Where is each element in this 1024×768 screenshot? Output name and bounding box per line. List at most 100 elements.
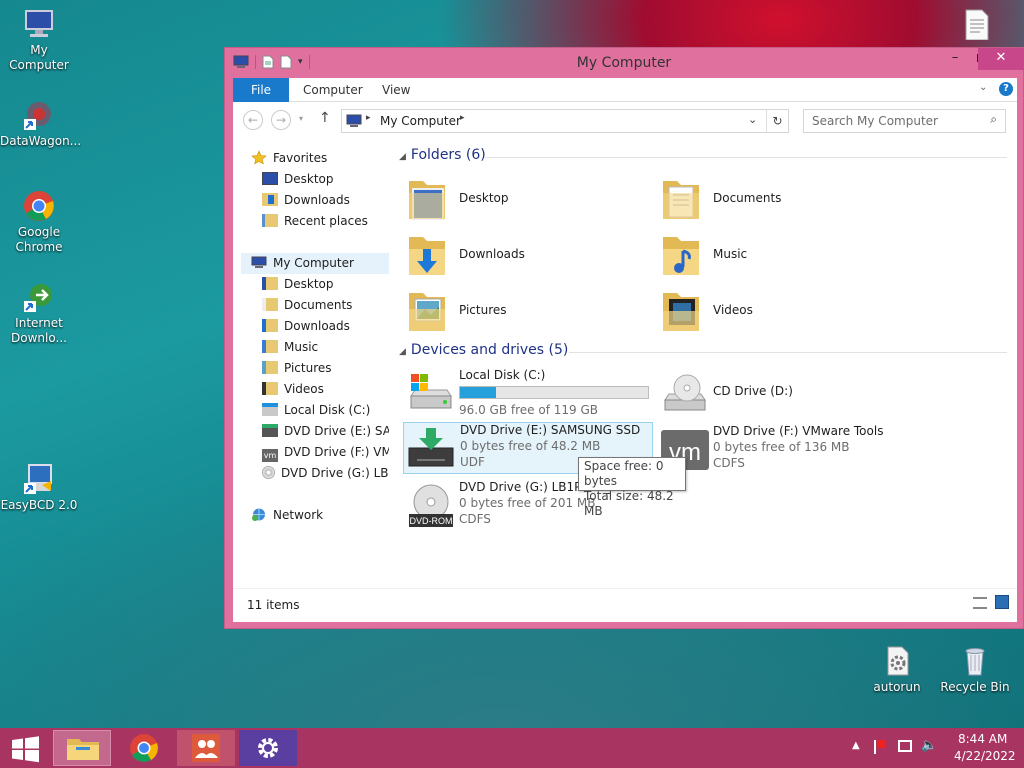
my-computer-desktop-icon[interactable]: My Computer [0, 8, 78, 73]
details-view-button[interactable] [973, 597, 987, 609]
clock-date[interactable]: 4/22/2022 [954, 749, 1016, 763]
close-button[interactable]: ✕ [978, 48, 1024, 70]
nav-my-computer[interactable]: My Computer [241, 253, 389, 274]
breadcrumb-chevron-icon[interactable]: ▸ [460, 113, 465, 123]
drive-free-space: 0 bytes free of 201 MB [459, 496, 596, 510]
taskbar-chrome[interactable] [115, 730, 173, 766]
drive-f[interactable]: vm DVD Drive (F:) VMware Tools 0 bytes f… [661, 424, 961, 476]
nav-network[interactable]: Network [251, 505, 323, 526]
svg-text:DVD-ROM: DVD-ROM [410, 516, 453, 526]
taskbar-file-explorer[interactable] [53, 730, 111, 766]
drive-d[interactable]: CD Drive (D:) [661, 368, 961, 420]
nav-pc-downloads[interactable]: Downloads [262, 316, 350, 337]
datawagon-desktop-icon[interactable]: DataWagon... [0, 99, 81, 149]
nav-pc-documents[interactable]: Documents [262, 295, 352, 316]
collapse-chevron-icon[interactable]: ◢ [399, 152, 406, 162]
nav-label: Recent places [284, 214, 368, 228]
nav-label: Local Disk (C:) [284, 403, 371, 417]
drive-filesystem: UDF [460, 455, 485, 469]
nav-favorites[interactable]: Favorites [251, 148, 327, 169]
forward-button[interactable]: → [271, 110, 291, 130]
nav-label: Network [273, 508, 324, 522]
up-button[interactable]: ↑ [319, 110, 331, 126]
nav-fav-recent-places[interactable]: Recent places [262, 211, 368, 232]
nav-fav-downloads[interactable]: Downloads [262, 190, 350, 211]
videos-folder-icon [262, 382, 278, 395]
show-hidden-icons-button[interactable]: ▲ [852, 740, 860, 751]
drive-c[interactable]: Local Disk (C:) 96.0 GB free of 119 GB [407, 368, 657, 420]
idm-desktop-icon[interactable]: Internet Downlo... [0, 281, 78, 346]
taskbar-people-app[interactable] [177, 730, 235, 766]
nav-label: Favorites [273, 151, 328, 165]
expand-ribbon-icon[interactable]: ⌄ [979, 82, 987, 93]
local-disk-icon [262, 403, 278, 416]
chrome-icon [130, 734, 158, 762]
help-icon[interactable]: ? [999, 82, 1013, 96]
refresh-button[interactable]: ↻ [766, 110, 788, 132]
taskbar-settings-app[interactable] [239, 730, 297, 766]
recent-locations-icon[interactable]: ▾ [299, 114, 303, 123]
desktop-folder-icon [409, 181, 445, 220]
nav-pc-pictures[interactable]: Pictures [262, 358, 332, 379]
people-icon [192, 734, 220, 762]
easybcd-desktop-icon[interactable]: EasyBCD 2.0 [0, 463, 78, 513]
drive-filesystem: CDFS [713, 456, 745, 470]
recent-places-icon [262, 214, 278, 227]
nav-fav-desktop[interactable]: Desktop [262, 169, 334, 190]
drives-group-header[interactable]: ◢ Devices and drives (5) [399, 342, 1007, 362]
nav-pc-videos[interactable]: Videos [262, 379, 324, 400]
collapse-chevron-icon[interactable]: ◢ [399, 347, 406, 357]
nav-label: Downloads [284, 193, 350, 207]
clock-time[interactable]: 8:44 AM [958, 732, 1007, 746]
action-center-icon[interactable] [874, 740, 888, 754]
address-box[interactable]: ▸ My Computer ▸ ⌄ ↻ [341, 109, 789, 133]
nav-pc-dvd-e[interactable]: DVD Drive (E:) SAMSUNG SSD [262, 421, 389, 442]
nav-label: DVD Drive (E:) SAMSUNG SSD [284, 424, 389, 438]
dvd-drive-download-icon [408, 428, 454, 467]
navigation-pane: Favorites Desktop Downloads Recent place… [233, 138, 389, 588]
nav-label: DVD Drive (F:) VMware Tools [284, 445, 389, 459]
nav-pc-desktop[interactable]: Desktop [262, 274, 334, 295]
network-tray-icon[interactable] [898, 740, 912, 752]
breadcrumb-chevron-icon[interactable]: ▸ [366, 113, 371, 123]
drive-title: CD Drive (D:) [713, 384, 793, 398]
large-icons-view-button[interactable] [995, 595, 1009, 609]
music-folder-icon [663, 237, 699, 275]
volume-muted-icon[interactable]: 🔈 [921, 738, 937, 753]
minimize-button[interactable]: – [942, 48, 968, 70]
nav-label: DVD Drive (G:) LB1PFRE_EN [281, 466, 389, 480]
autorun-desktop-icon[interactable]: autorun [858, 645, 936, 695]
tab-view[interactable]: View [382, 78, 410, 102]
chrome-desktop-icon[interactable]: Google Chrome [0, 190, 78, 255]
start-button[interactable] [0, 728, 50, 768]
window-title: My Computer [576, 55, 672, 71]
computer-icon [251, 255, 267, 268]
explorer-window[interactable]: ▾ My Computer – ✕ File Computer View ⌄ ?… [224, 47, 1024, 629]
recycle-bin-desktop-icon[interactable]: Recycle Bin [936, 645, 1014, 695]
computer-icon [346, 114, 362, 127]
nav-label: My Computer [273, 256, 354, 270]
desktop-icon-label: autorun [873, 680, 921, 694]
nav-label: Downloads [284, 319, 350, 333]
search-icon[interactable]: ⌕ [990, 112, 997, 127]
title-bar[interactable]: ▾ My Computer – ✕ [225, 48, 1024, 78]
nav-pc-dvd-f[interactable]: vm DVD Drive (F:) VMware Tools [262, 442, 389, 463]
nav-pc-local-disk[interactable]: Local Disk (C:) [262, 400, 370, 421]
tab-file[interactable]: File [233, 78, 289, 102]
dvd-disc-icon [262, 466, 275, 479]
windows-logo-icon [12, 736, 39, 763]
downloads-folder-icon [409, 237, 445, 275]
drive-title: DVD Drive (F:) VMware Tools [713, 424, 884, 438]
breadcrumb-my-computer[interactable]: My Computer [380, 114, 461, 128]
nav-pc-music[interactable]: Music [262, 337, 318, 358]
text-file-desktop-icon[interactable] [960, 8, 994, 41]
folder-label: Documents [713, 191, 782, 205]
nav-pc-dvd-g[interactable]: DVD Drive (G:) LB1PFRE_EN [262, 463, 389, 484]
drive-title: DVD Drive (E:) SAMSUNG SSD [460, 423, 641, 437]
folders-group-header[interactable]: ◢ Folders (6) [399, 147, 1007, 167]
search-input[interactable]: Search My Computer ⌕ [803, 109, 1006, 133]
tab-computer[interactable]: Computer [303, 78, 363, 102]
address-dropdown-icon[interactable]: ⌄ [748, 113, 757, 126]
pictures-folder-icon [262, 361, 278, 374]
back-button[interactable]: ← [243, 110, 263, 130]
